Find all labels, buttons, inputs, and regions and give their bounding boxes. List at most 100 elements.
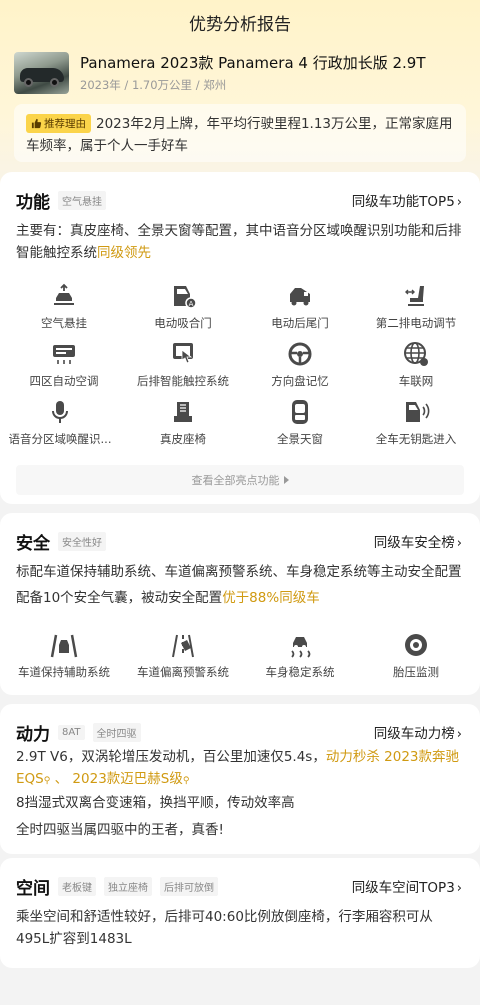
search-icon: ⚲ [182,776,190,786]
safety-item[interactable]: 胎压监测 [356,631,476,680]
chevron-right-icon: › [456,195,462,210]
safety-desc2-text: 配备10个安全气囊，被动安全配置 [16,590,223,606]
space-rank-link[interactable]: 同级车空间TOP3 › [352,876,462,896]
safety-rank-label: 同级车安全榜 [373,535,455,551]
safety-item-label: 车道保持辅助系统 [18,665,110,679]
function-item[interactable]: 四区自动空调 [4,340,124,389]
view-all-features-button[interactable]: 查看全部亮点功能 [16,465,464,495]
function-tag: 空气悬挂 [58,191,106,210]
function-item-label: 语音分区域唤醒识... [8,432,112,446]
space-tag: 后排可放倒 [160,877,218,896]
function-item[interactable]: 空气悬挂 [4,282,124,331]
space-card: 空间 老板键 独立座椅 后排可放倒 同级车空间TOP3 › 乘坐空间和舒适性较好，… [0,858,480,968]
safety-card: 安全 安全性好 同级车安全榜 › 标配车道保持辅助系统、车道偏离预警系统、车身稳定… [0,513,480,695]
function-item-label: 全景天窗 [277,432,323,446]
safety-desc2: 配备10个安全气囊，被动安全配置优于88%同级车 [16,587,466,609]
lane-departure-icon [172,634,194,658]
function-rank-link[interactable]: 同级车功能TOP5 › [352,190,462,210]
function-item[interactable]: 真皮座椅 [123,398,243,447]
power-line1-highlight: 动力秒杀 [325,749,380,765]
second-row-seat-icon [405,286,424,306]
compare-link-maybach[interactable]: 2023款迈巴赫S级⚲ [72,771,189,787]
page-title: 优势分析报告 [189,14,291,35]
tire-pressure-icon [405,634,427,656]
chevron-right-icon: › [456,536,462,551]
car-meta: 2023年 / 1.70万公里 / 郑州 [80,78,227,92]
power-tag: 全时四驱 [92,723,141,742]
triangle-right-icon [283,476,289,484]
space-desc: 乘坐空间和舒适性较好，后排可40:60比例放倒座椅，行李厢容积可从495L扩容到… [16,909,433,947]
thumbs-up-icon [31,118,42,129]
power-rank-link[interactable]: 同级车动力榜 › [374,722,462,742]
search-icon: ⚲ [43,776,51,786]
safety-item[interactable]: 车道偏离预警系统 [123,631,243,680]
function-item[interactable]: 车联网 [356,340,476,389]
compare-separator: 、 [54,771,69,787]
function-item-label: 后排智能触控系统 [137,374,229,388]
function-item-label: 四区自动空调 [29,374,99,388]
function-title: 功能 [16,193,50,213]
chevron-right-icon: › [456,727,462,742]
steering-memory-icon [288,342,312,366]
lane-keep-icon [50,634,78,658]
rear-touch-control-icon [173,343,193,364]
safety-item-label: 胎压监测 [393,665,439,679]
voice-recognition-icon [52,401,68,423]
safety-desc1: 标配车道保持辅助系统、车道偏离预警系统、车身稳定系统等主动安全配置 [16,564,462,580]
power-tag: 8AT [58,725,85,740]
power-line3: 全时四驱当属四驱中的王者，真香! [16,822,224,838]
chevron-right-icon: › [456,881,462,896]
recommend-reason: 2023年2月上牌，年平均行驶里程1.13万公里，正常家庭用车频率，属于个人一手… [14,104,466,162]
power-card: 动力 8AT 全时四驱 同级车动力榜 › 2.9T V6，双涡轮增压发动机，百公里… [0,704,480,854]
soft-close-door-icon: A [174,286,197,309]
function-item[interactable]: 第二排电动调节 [356,282,476,331]
power-line2: 8挡湿式双离合变速箱，换挡平顺，传动效率高 [16,795,295,811]
function-item-label: 方向盘记忆 [271,374,329,388]
safety-title: 安全 [16,534,50,554]
panoramic-roof-icon [292,400,308,424]
reason-badge: 推荐理由 [26,114,91,133]
leather-seat-icon [174,402,192,422]
car-summary[interactable]: Panamera 2023款 Panamera 4 行政加长版 2.9T 202… [14,52,466,96]
reason-badge-label: 推荐理由 [44,118,86,130]
climate-control-icon [53,345,75,364]
stability-control-icon [291,637,311,658]
space-tag: 老板键 [58,877,96,896]
function-item-label: 第二排电动调节 [375,316,457,330]
power-line1: 2.9T V6，双涡轮增压发动机，百公里加速仅5.4s，动力秒杀 2023款奔驰… [16,746,466,792]
function-item[interactable]: 语音分区域唤醒识... [0,398,120,447]
space-title: 空间 [16,879,50,899]
function-item[interactable]: A 电动吸合门 [123,282,243,331]
function-item-label: 真皮座椅 [160,432,206,446]
function-item[interactable]: 后排智能触控系统 [123,340,243,389]
function-item-label: 全车无钥匙进入 [375,432,457,446]
safety-item-label: 车道偏离预警系统 [137,665,229,679]
safety-rank-link[interactable]: 同级车安全榜 › [374,531,462,551]
safety-item[interactable]: 车身稳定系统 [240,631,360,680]
function-item-label: 空气悬挂 [41,316,87,330]
power-tailgate-icon [290,288,310,306]
car-thumbnail[interactable] [14,52,69,94]
safety-item[interactable]: 车道保持辅助系统 [4,631,124,680]
space-tag: 独立座椅 [104,877,152,896]
air-suspension-icon [54,283,74,305]
function-item-label: 电动吸合门 [154,316,212,330]
power-rank-label: 同级车动力榜 [373,726,455,742]
safety-item-label: 车身稳定系统 [265,665,335,679]
space-rank-label: 同级车空间TOP3 [351,880,455,896]
function-item[interactable]: 全景天窗 [240,398,360,447]
safety-tag: 安全性好 [58,532,106,551]
compare-maybach-label: 2023款迈巴赫S级 [72,771,183,787]
function-item[interactable]: 电动后尾门 [240,282,360,331]
function-item[interactable]: 方向盘记忆 [240,340,360,389]
function-item[interactable]: 全车无钥匙进入 [356,398,476,447]
safety-desc2-highlight: 优于88%同级车 [222,590,320,606]
function-desc: 主要有：真皮座椅、全景天窗等配置，其中语音分区域唤醒识别功能和后排智能触控系统同… [16,220,466,264]
view-all-label: 查看全部亮点功能 [191,474,280,487]
power-line1-text: 2.9T V6，双涡轮增压发动机，百公里加速仅5.4s， [16,749,326,765]
connected-car-icon [404,342,428,366]
function-desc-text: 主要有：真皮座椅、全景天窗等配置，其中语音分区域唤醒识别功能和后排智能触控系统 [16,223,462,261]
function-desc-highlight: 同级领先 [97,245,151,261]
function-card: 功能 空气悬挂 同级车功能TOP5 › 主要有：真皮座椅、全景天窗等配置，其中语音… [0,172,480,504]
car-name: Panamera 2023款 Panamera 4 行政加长版 2.9T [80,54,426,72]
